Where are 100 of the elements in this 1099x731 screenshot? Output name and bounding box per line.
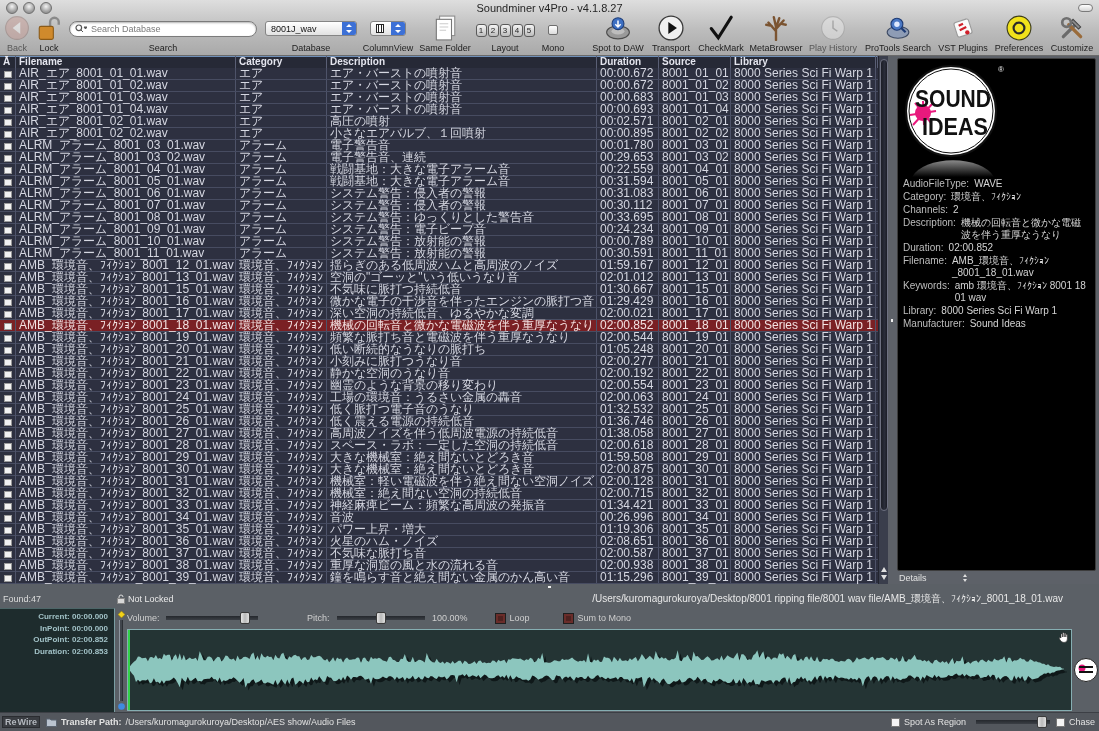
row-checkbox[interactable] <box>3 514 12 522</box>
spot-to-daw-button[interactable]: Spot to DAW <box>590 15 646 55</box>
table-row[interactable]: AMB_環境音、ﾌｨｸｼｮﾝ_8001_25_01.wav 環境音、ﾌｨｸｼｮﾝ 低く脈打つ電子音のうなり 01:32.532 8001_25_01 8000 Series Sci Fi Warp 1 <box>0 404 878 416</box>
scroll-thumb[interactable] <box>879 59 888 511</box>
row-checkbox[interactable] <box>3 154 12 162</box>
padlock-icon[interactable] <box>36 15 62 41</box>
row-checkbox[interactable] <box>3 262 12 270</box>
protools-search-button[interactable]: ProTools Search <box>862 15 934 55</box>
dropdown-arrows-icon[interactable] <box>391 22 405 35</box>
spot-as-region-checkbox[interactable] <box>890 717 900 727</box>
row-checkbox[interactable] <box>3 274 12 282</box>
row-checkbox[interactable] <box>3 310 12 318</box>
row-checkbox[interactable] <box>3 94 12 102</box>
table-row[interactable]: AMB_環境音、ﾌｨｸｼｮﾝ_8001_29_01.wav 環境音、ﾌｨｸｼｮﾝ 大きな機械室：絶え間ないとどろき音 01:59.508 8001_29_01 8000 Series Sci Fi Warp 1 <box>0 452 878 464</box>
row-checkbox[interactable] <box>3 550 12 558</box>
checkmark-button[interactable]: CheckMark <box>696 15 746 55</box>
row-checkbox[interactable] <box>3 358 12 366</box>
table-row[interactable]: AMB_環境音、ﾌｨｸｼｮﾝ_8001_24_01.wav 環境音、ﾌｨｸｼｮﾝ 工場の環境音：うるさい金属の轟音 02:00.063 8001_24_01 8000 Series Sci Fi Warp 1 <box>0 392 878 404</box>
table-row[interactable]: AMB_環境音、ﾌｨｸｼｮﾝ_8001_19_01.wav 環境音、ﾌｨｸｼｮﾝ 頻繁な脈打ち音と電磁波を伴う重厚なうなり 02:00.544 8001_19_01 8000 Series Sci Fi Warp 1 <box>0 332 878 344</box>
table-row[interactable]: AMB_環境音、ﾌｨｸｼｮﾝ_8001_31_01.wav 環境音、ﾌｨｸｼｮﾝ 機械室：軽い電磁波を伴う絶え間ない空洞ノイズ 02:00.128 8001_31_01 8000 Series Sci Fi Warp 1 <box>0 476 878 488</box>
table-row[interactable]: AIR_エア_8001_01_04.wav エア エア・バーストの噴射音 00:00.693 8001_01_04 8000 Series Sci Fi Warp 1 <box>0 104 878 116</box>
table-row[interactable]: ALRM_アラーム_8001_11_01.wav アラーム システム警告：放射能の警報 00:30.591 8001_11_01 8000 Series Sci Fi Warp 1 <box>0 248 878 260</box>
row-checkbox[interactable] <box>3 178 12 186</box>
row-checkbox[interactable] <box>3 214 12 222</box>
waveform-panel[interactable] <box>127 629 1072 711</box>
scroll-up-icon[interactable] <box>880 567 887 572</box>
row-checkbox[interactable] <box>3 250 12 258</box>
slider-thumb[interactable] <box>239 612 250 624</box>
row-checkbox[interactable] <box>3 538 12 546</box>
checkmark-icon[interactable] <box>708 15 734 41</box>
table-row[interactable]: AMB_環境音、ﾌｨｸｼｮﾝ_8001_23_01.wav 環境音、ﾌｨｸｼｮﾝ 幽霊のような背景の移り変わり 02:00.554 8001_23_01 8000 Series Sci Fi Warp 1 <box>0 380 878 392</box>
table-row[interactable]: ALRM_アラーム_8001_08_01.wav アラーム システム警告：ゆっくりとした警告音 00:33.695 8001_08_01 8000 Series Sci Fi Warp 1 <box>0 212 878 224</box>
row-checkbox[interactable] <box>3 286 12 294</box>
table-row[interactable]: ALRM_アラーム_8001_03_02.wav アラーム 電子警告音、連続 00:29.653 8001_03_02 8000 Series Sci Fi Warp 1 <box>0 152 878 164</box>
column-view-dropdown[interactable] <box>370 21 406 36</box>
slider-thumb[interactable] <box>1037 716 1048 728</box>
row-checkbox[interactable] <box>3 370 12 378</box>
row-checkbox[interactable] <box>3 202 12 210</box>
layout-button[interactable]: 3 <box>499 24 511 37</box>
search-disk-icon[interactable] <box>885 15 911 41</box>
mono-checkbox[interactable] <box>548 25 558 35</box>
table-row[interactable]: ALRM_アラーム_8001_04_01.wav アラーム 戦闘基地：大きな電子アラーム音 00:22.559 8001_04_01 8000 Series Sci Fi Warp 1 <box>0 164 878 176</box>
row-checkbox[interactable] <box>3 334 12 342</box>
database-dropdown[interactable]: 8001J_wav <box>265 21 357 36</box>
table-row[interactable]: AMB_環境音、ﾌｨｸｼｮﾝ_8001_30_01.wav 環境音、ﾌｨｸｼｮﾝ 大きな機械室：絶え間ないとどろき音 02:00.875 8001_30_01 8000 Series Sci Fi Warp 1 <box>0 464 878 476</box>
row-checkbox[interactable] <box>3 430 12 438</box>
customize-button[interactable]: Customize <box>1048 15 1096 55</box>
row-checkbox[interactable] <box>3 226 12 234</box>
scroll-down-icon[interactable] <box>880 575 887 580</box>
table-row[interactable]: AMB_環境音、ﾌｨｸｼｮﾝ_8001_21_01.wav 環境音、ﾌｨｸｼｮﾝ 小刻みに脈打つうなり音 02:00.277 8001_21_01 8000 Series Sci Fi Warp 1 <box>0 356 878 368</box>
table-row[interactable]: AMB_環境音、ﾌｨｸｼｮﾝ_8001_38_01.wav 環境音、ﾌｨｸｼｮﾝ 重厚な洞窟の風と水の流れる音 02:00.938 8001_38_01 8000 Series Sci Fi Warp 1 <box>0 560 878 572</box>
row-checkbox[interactable] <box>3 502 12 510</box>
details-popup[interactable]: Details <box>897 572 969 583</box>
table-row[interactable]: AIR_エア_8001_01_01.wav エア エア・バーストの噴射音 00:00.672 8001_01_01 8000 Series Sci Fi Warp 1 <box>0 68 878 80</box>
row-checkbox[interactable] <box>3 346 12 354</box>
table-row[interactable]: ALRM_アラーム_8001_07_01.wav アラーム システム警告：侵入者の警報 00:30.112 8001_07_01 8000 Series Sci Fi Warp 1 <box>0 200 878 212</box>
zoom-button[interactable] <box>40 1 52 14</box>
ring-icon[interactable] <box>1006 15 1032 41</box>
table-row[interactable]: AIR_エア_8001_01_03.wav エア エア・バーストの噴射音 00:00.683 8001_01_03 8000 Series Sci Fi Warp 1 <box>0 92 878 104</box>
tools-icon[interactable] <box>1059 15 1085 41</box>
loop-checkbox[interactable] <box>494 612 506 624</box>
table-row[interactable]: AIR_エア_8001_01_02.wav エア エア・バーストの噴射音 00:00.672 8001_01_02 8000 Series Sci Fi Warp 1 <box>0 80 878 92</box>
row-checkbox[interactable] <box>3 322 12 330</box>
table-row[interactable]: AMB_環境音、ﾌｨｸｼｮﾝ_8001_20_01.wav 環境音、ﾌｨｸｼｮﾝ 低い断続的なうなりの脈打ち 01:05.248 8001_20_01 8000 Series Sci Fi Warp 1 <box>0 344 878 356</box>
same-folder-button[interactable]: Same Folder <box>416 15 474 55</box>
disk-icon[interactable] <box>605 15 631 41</box>
row-checkbox[interactable] <box>3 562 12 570</box>
table-row[interactable]: ALRM_アラーム_8001_05_01.wav アラーム 戦闘基地：大きな電子アラーム音 00:31.594 8001_05_01 8000 Series Sci Fi Warp 1 <box>0 176 878 188</box>
row-checkbox[interactable] <box>3 526 12 534</box>
row-checkbox[interactable] <box>3 490 12 498</box>
row-checkbox[interactable] <box>3 418 12 426</box>
play-icon[interactable] <box>658 15 684 41</box>
table-row[interactable]: AIR_エア_8001_02_01.wav エア 高圧の噴射 00:02.571 8001_02_01 8000 Series Sci Fi Warp 1 <box>0 116 878 128</box>
tree-icon[interactable] <box>763 15 789 41</box>
table-row[interactable]: AMB_環境音、ﾌｨｸｼｮﾝ_8001_27_01.wav 環境音、ﾌｨｸｼｮﾝ 高周波ノイズを伴う低周波電源の持続低音 01:38.058 8001_27_01 8000 Series Sci Fi Warp 1 <box>0 428 878 440</box>
table-row[interactable]: AMB_環境音、ﾌｨｸｼｮﾝ_8001_18_01.wav 環境音、ﾌｨｸｼｮﾝ 機械の回転音と微かな電磁波を伴う重厚なうなり 02:00.852 8001_18_01 8000 Series Sci Fi Warp 1 <box>0 320 878 332</box>
table-row[interactable]: AMB_環境音、ﾌｨｸｼｮﾝ_8001_12_01.wav 環境音、ﾌｨｸｼｮﾝ 揺らぎのある低周波ハムと高周波のノイズ 01:59.167 8001_12_01 8000 Series Sci Fi Warp 1 <box>0 260 878 272</box>
table-row[interactable]: AMB_環境音、ﾌｨｸｼｮﾝ_8001_36_01.wav 環境音、ﾌｨｸｼｮﾝ 火星のハム・ノイズ 02:08.651 8001_36_01 8000 Series Sci Fi Warp 1 <box>0 536 878 548</box>
table-row[interactable]: AMB_環境音、ﾌｨｸｼｮﾝ_8001_37_01.wav 環境音、ﾌｨｸｼｮﾝ 不気味な脈打ち音 02:00.587 8001_37_01 8000 Series Sci Fi Warp 1 <box>0 548 878 560</box>
table-row[interactable]: ALRM_アラーム_8001_06_01.wav アラーム システム警告：侵入者の警報 00:31.083 8001_06_01 8000 Series Sci Fi Warp 1 <box>0 188 878 200</box>
table-row[interactable]: AMB_環境音、ﾌｨｸｼｮﾝ_8001_17_01.wav 環境音、ﾌｨｸｼｮﾝ 深い空洞の持続低音、ゆるやかな変調 02:00.021 8001_17_01 8000 Series Sci Fi Warp 1 <box>0 308 878 320</box>
layout-button[interactable]: 2 <box>487 24 499 37</box>
row-checkbox[interactable] <box>3 466 12 474</box>
row-checkbox[interactable] <box>3 406 12 414</box>
table-row[interactable]: ALRM_アラーム_8001_10_01.wav アラーム システム警告：放射能の警報 00:00.789 8001_10_01 8000 Series Sci Fi Warp 1 <box>0 236 878 248</box>
table-row[interactable]: AMB_環境音、ﾌｨｸｼｮﾝ_8001_34_01.wav 環境音、ﾌｨｸｼｮﾝ 音波 00:26.996 8001_34_01 8000 Series Sci Fi Warp 1 <box>0 512 878 524</box>
row-checkbox[interactable] <box>3 82 12 90</box>
table-row[interactable]: ALRM_アラーム_8001_03_01.wav アラーム 電子警告音 00:01.780 8001_03_01 8000 Series Sci Fi Warp 1 <box>0 140 878 152</box>
row-checkbox[interactable] <box>3 394 12 402</box>
table-row[interactable]: AIR_エア_8001_02_02.wav エア 小さなエアバルブ、１回噴射 00:00.895 8001_02_02 8000 Series Sci Fi Warp 1 <box>0 128 878 140</box>
row-checkbox[interactable] <box>3 442 12 450</box>
table-row[interactable]: ALRM_アラーム_8001_09_01.wav アラーム システム警告：電子ビープ音 00:24.234 8001_09_01 8000 Series Sci Fi Warp 1 <box>0 224 878 236</box>
row-checkbox[interactable] <box>3 142 12 150</box>
sum-to-mono-checkbox[interactable] <box>562 612 574 624</box>
row-checkbox[interactable] <box>3 382 12 390</box>
table-row[interactable]: AMB_環境音、ﾌｨｸｼｮﾝ_8001_22_01.wav 環境音、ﾌｨｸｼｮﾝ 静かな空洞のうなり音 02:00.192 8001_22_01 8000 Series Sci Fi Warp 1 <box>0 368 878 380</box>
close-button[interactable] <box>6 1 18 14</box>
padlock-icon[interactable] <box>117 594 125 604</box>
search-field[interactable]: Search Database <box>69 21 257 37</box>
lock-button[interactable]: Lock <box>34 15 64 55</box>
